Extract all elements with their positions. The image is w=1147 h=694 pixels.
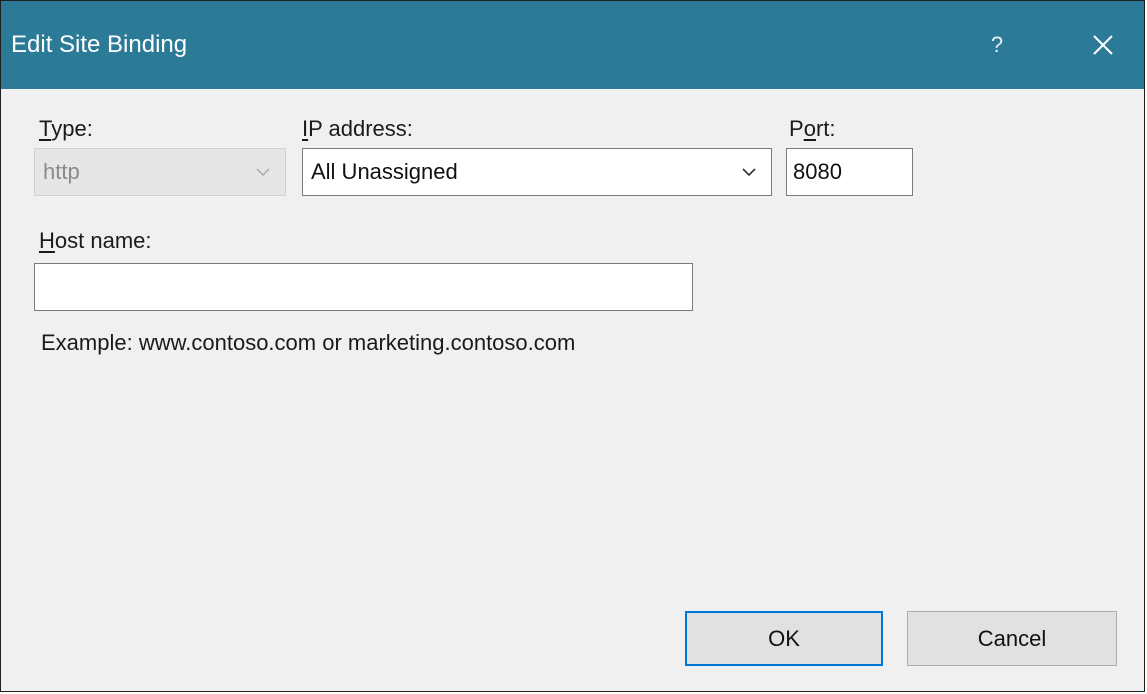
port-label-prefix: P <box>789 116 804 141</box>
ip-address-dropdown-arrow[interactable] <box>735 149 763 195</box>
type-dropdown-arrow[interactable] <box>249 149 277 195</box>
chevron-down-icon <box>742 168 756 177</box>
port-value: 8080 <box>793 159 842 184</box>
type-dropdown[interactable]: http <box>34 148 286 196</box>
host-name-label-mnemonic: H <box>39 228 55 253</box>
ok-button[interactable]: OK <box>685 611 883 666</box>
type-label-text: ype: <box>51 116 93 141</box>
cancel-button[interactable]: Cancel <box>907 611 1117 666</box>
close-icon <box>1093 35 1113 55</box>
type-value: http <box>43 159 80 184</box>
port-label: Port: <box>789 115 836 143</box>
port-label-mnemonic: o <box>803 116 816 141</box>
help-button[interactable]: ? <box>967 15 1027 75</box>
title-bar[interactable]: Edit Site Binding ? <box>1 1 1144 89</box>
close-button[interactable] <box>1073 15 1133 75</box>
chevron-down-icon <box>256 168 270 177</box>
ip-address-dropdown[interactable]: All Unassigned <box>302 148 772 196</box>
ip-address-label-text: P address: <box>308 116 413 141</box>
port-input[interactable]: 8080 <box>786 148 913 196</box>
ip-address-value: All Unassigned <box>311 159 458 184</box>
host-name-label: Host name: <box>39 227 152 255</box>
type-label-mnemonic: T <box>39 116 52 141</box>
dialog-title: Edit Site Binding <box>11 31 188 58</box>
port-label-text: rt: <box>815 116 836 141</box>
host-name-example: Example: www.contoso.com or marketing.co… <box>41 330 576 355</box>
host-name-input[interactable] <box>34 263 693 311</box>
host-name-label-text: ost name: <box>54 228 152 253</box>
type-label: Type: <box>39 115 93 143</box>
ip-address-label: IP address: <box>302 115 413 143</box>
edit-site-binding-dialog: Edit Site Binding ? Type: http IP addres… <box>0 0 1145 692</box>
